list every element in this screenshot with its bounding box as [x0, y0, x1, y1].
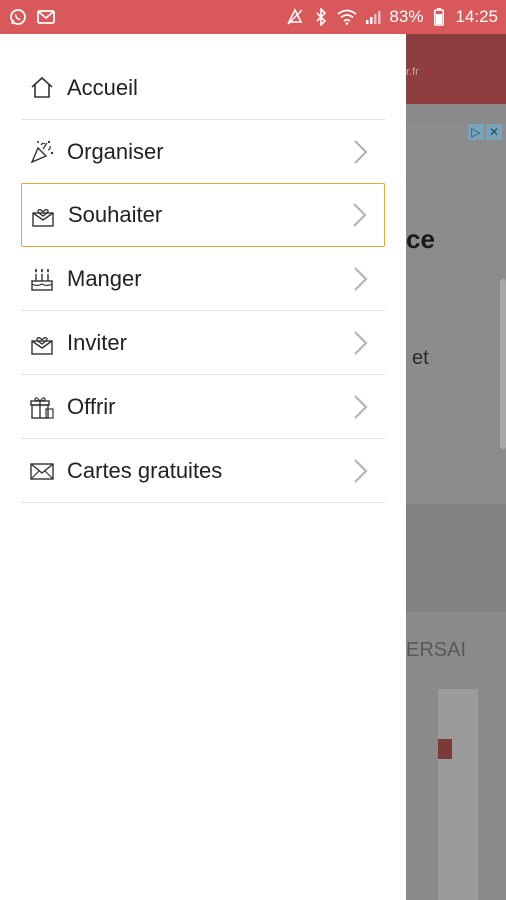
menu-item-label: Cartes gratuites [67, 457, 223, 483]
menu-item-label: Organiser [67, 138, 164, 164]
mail-icon [29, 458, 55, 484]
chevron-right-icon [351, 329, 369, 357]
menu-item-label: Manger [67, 265, 142, 291]
mute-icon [285, 7, 305, 27]
background-text-ce: ce [406, 224, 435, 254]
menu-item-souhaiter[interactable]: Souhaiter [21, 183, 385, 247]
background-text-et: et [412, 347, 429, 369]
chevron-right-icon [351, 457, 369, 485]
background-text-ersai: ERSAI [406, 639, 467, 661]
background-band [406, 504, 506, 612]
clock: 14:25 [455, 7, 498, 26]
home-icon [29, 75, 55, 101]
drawer-menu: Accueil Organiser Souhaiter Manger Invit… [21, 56, 385, 503]
ad-close-icon: ✕ [486, 124, 502, 140]
gmail-icon [36, 7, 56, 27]
menu-item-manger[interactable]: Manger [21, 247, 385, 311]
cake-icon [29, 266, 55, 292]
menu-item-organiser[interactable]: Organiser [21, 120, 385, 184]
envelope-heart-icon [29, 330, 55, 356]
menu-item-cartes-gratuites[interactable]: Cartes gratuites [21, 439, 385, 503]
wifi-icon [337, 7, 357, 27]
ad-choices-icon: ▷ [468, 124, 484, 140]
confetti-icon [29, 139, 55, 165]
menu-item-label: Inviter [67, 329, 127, 355]
menu-item-label: Souhaiter [68, 202, 163, 227]
background-app: r.fr ▷ ✕ ce et ERSAI [406, 34, 506, 900]
status-bar: 83% 14:25 [0, 0, 506, 34]
battery-icon [429, 7, 449, 27]
menu-item-accueil[interactable]: Accueil [21, 56, 385, 120]
background-scrollbar [500, 279, 506, 449]
gift-icon [29, 394, 55, 420]
envelope-heart-icon [30, 202, 56, 228]
navigation-drawer: Accueil Organiser Souhaiter Manger Invit… [0, 34, 406, 900]
background-image [438, 689, 478, 900]
background-ad: ▷ ✕ [406, 124, 506, 504]
chevron-right-icon [350, 201, 368, 229]
menu-item-inviter[interactable]: Inviter [21, 311, 385, 375]
chevron-right-icon [351, 138, 369, 166]
whatsapp-icon [8, 7, 28, 27]
background-header: r.fr [406, 34, 506, 104]
menu-item-label: Accueil [67, 74, 138, 100]
chevron-right-icon [351, 265, 369, 293]
bluetooth-icon [311, 7, 331, 27]
menu-item-offrir[interactable]: Offrir [21, 375, 385, 439]
battery-percent: 83% [389, 7, 424, 26]
menu-item-label: Offrir [67, 393, 116, 419]
signal-icon [363, 7, 383, 27]
chevron-right-icon [351, 393, 369, 421]
